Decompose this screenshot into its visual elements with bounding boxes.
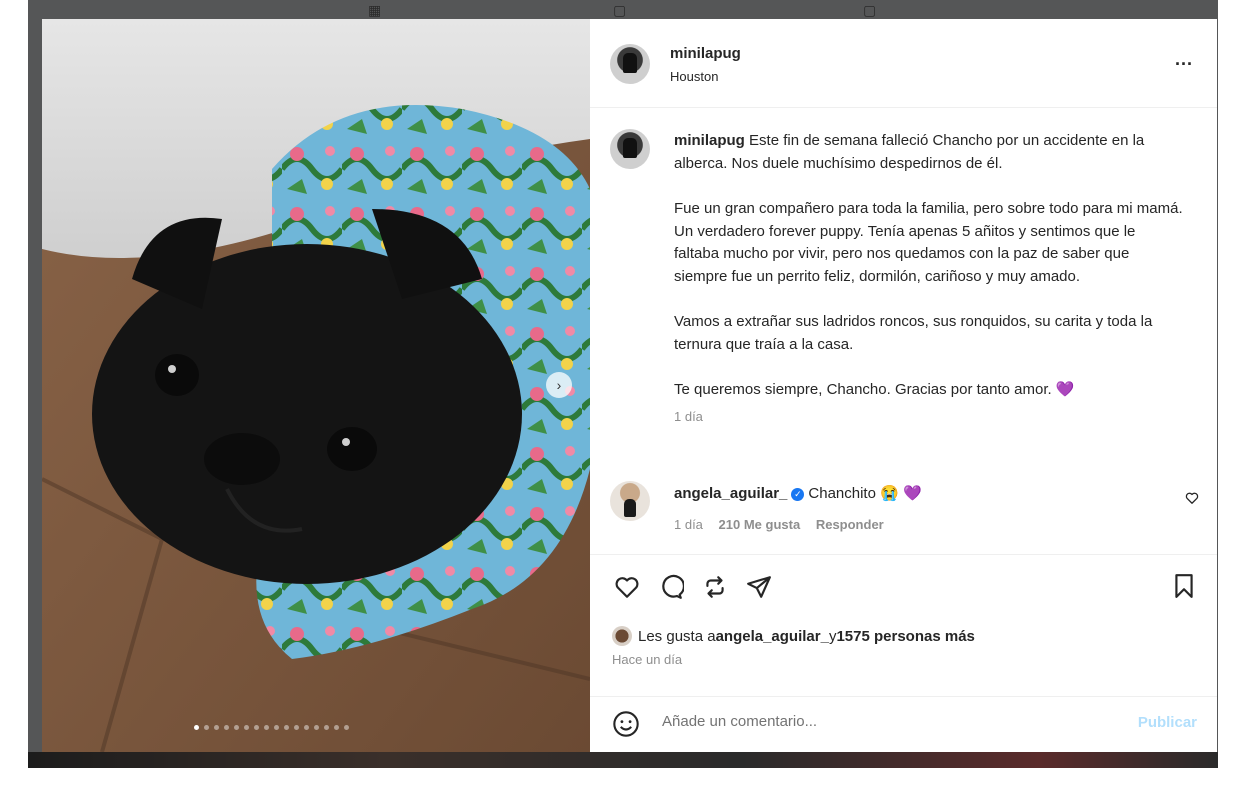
caption-paragraph-3: Vamos a extrañar sus ladridos roncos, su…: [674, 313, 1153, 353]
actions-divider: [590, 554, 1217, 555]
comment-likes[interactable]: 210 Me gusta: [719, 517, 801, 532]
likes-summary: Les gusta a angela_aguilar_ y 1575 perso…: [612, 626, 975, 646]
post-location[interactable]: Houston: [670, 69, 718, 84]
caption-time[interactable]: 1 día: [674, 406, 1184, 429]
post-timestamp[interactable]: Hace un día: [612, 652, 682, 667]
comment: angela_aguilar_ ✓ Chanchito 😭 💜: [674, 484, 922, 502]
author-username[interactable]: minilapug: [670, 45, 741, 62]
likes-prefix: Les gusta a: [638, 627, 716, 645]
comment-bubble-icon[interactable]: [656, 572, 686, 602]
carousel-dot: [254, 725, 259, 730]
publish-button[interactable]: Publicar: [1138, 714, 1197, 731]
carousel-dot: [274, 725, 279, 730]
post-modal: › minilapug Houston ... minilapug Este f…: [42, 19, 1217, 752]
more-options-button[interactable]: ...: [1175, 49, 1193, 70]
pug-photo: [42, 19, 590, 752]
caption-username[interactable]: minilapug: [674, 132, 745, 149]
carousel-dot: [204, 725, 209, 730]
carousel-dot: [334, 725, 339, 730]
carousel-dot: [234, 725, 239, 730]
caption-avatar[interactable]: [610, 129, 650, 169]
commenter-username[interactable]: angela_aguilar_: [674, 485, 787, 502]
add-comment-bar: Publicar: [590, 696, 1217, 752]
action-bar: [612, 572, 774, 602]
reply-button[interactable]: Responder: [816, 517, 884, 532]
comment-input[interactable]: [660, 712, 1104, 731]
carousel-indicator: [194, 725, 349, 730]
save-bookmark-icon[interactable]: [1171, 572, 1197, 605]
repost-icon[interactable]: [700, 572, 730, 602]
emoji-picker-icon[interactable]: [612, 710, 640, 743]
carousel-dot: [294, 725, 299, 730]
likes-middle: y: [828, 627, 837, 645]
carousel-dot: [284, 725, 289, 730]
carousel-dot: [304, 725, 309, 730]
caption-paragraph-2: Fue un gran compañero para toda la famil…: [674, 200, 1183, 285]
like-comment-heart-icon[interactable]: [1185, 491, 1199, 510]
carousel-dot: [314, 725, 319, 730]
carousel-dot: [344, 725, 349, 730]
comment-meta: 1 día 210 Me gusta Responder: [674, 517, 896, 532]
caption-paragraph-1: Este fin de semana falleció Chancho por …: [674, 132, 1145, 172]
liker-avatar[interactable]: [612, 626, 632, 646]
tagged-icon: ▢: [863, 2, 877, 18]
comment-time[interactable]: 1 día: [674, 517, 703, 532]
post-caption: minilapug Este fin de semana falleció Ch…: [674, 130, 1184, 428]
caption-paragraph-4: Te queremos siempre, Chancho. Gracias po…: [674, 381, 1075, 398]
post-media[interactable]: ›: [42, 19, 590, 752]
liker-username[interactable]: angela_aguilar_: [716, 628, 829, 645]
like-heart-icon[interactable]: [612, 572, 642, 602]
carousel-dot: [264, 725, 269, 730]
background-grid-strip: [28, 752, 1218, 768]
author-avatar[interactable]: [610, 44, 650, 84]
likes-others-link[interactable]: 1575 personas más: [836, 628, 974, 645]
carousel-dot: [324, 725, 329, 730]
carousel-dot: [194, 725, 199, 730]
grid-icon: ▦: [368, 2, 382, 18]
reels-icon: ▢: [613, 2, 627, 18]
header-divider: [590, 107, 1217, 108]
carousel-dot: [214, 725, 219, 730]
carousel-dot: [244, 725, 249, 730]
comment-text: Chanchito 😭 💜: [808, 485, 922, 502]
verified-badge-icon: ✓: [791, 488, 805, 501]
post-side-panel: minilapug Houston ... minilapug Este fin…: [590, 19, 1217, 752]
carousel-next-button[interactable]: ›: [546, 372, 572, 398]
carousel-dot: [224, 725, 229, 730]
commenter-avatar[interactable]: [610, 481, 650, 521]
share-send-icon[interactable]: [744, 572, 774, 602]
